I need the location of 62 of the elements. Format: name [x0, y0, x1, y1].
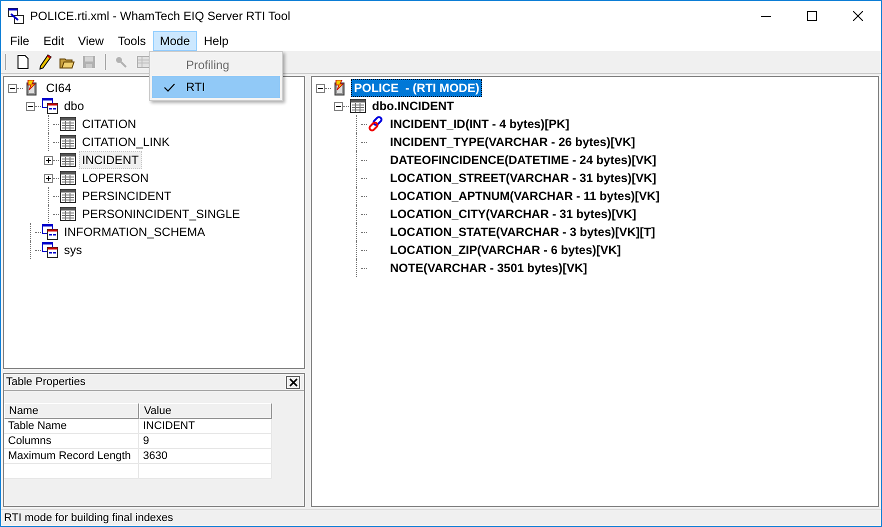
tree-item[interactable]: PERSONINCIDENT_SINGLE	[79, 205, 244, 223]
tree-item[interactable]: LOCATION_ZIP(VARCHAR - 6 bytes)[VK]	[387, 241, 624, 259]
table-icon	[60, 206, 76, 222]
table-cell: Table Name	[4, 419, 139, 433]
table-icon	[60, 170, 76, 186]
tree-item[interactable]: CITATION	[79, 115, 140, 133]
menu-item[interactable]: File	[3, 31, 36, 51]
table-icon	[60, 116, 76, 132]
table-icon	[350, 98, 366, 114]
window-title: POLICE.rti.xml - WhamTech EIQ Server RTI Tool	[30, 9, 290, 23]
tree-item[interactable]: LOCATION_STREET(VARCHAR - 31 bytes)[VK]	[387, 169, 660, 187]
tree-item[interactable]: INCIDENT_ID(INT - 4 bytes)[PK]	[387, 115, 572, 133]
menu-item[interactable]: Mode	[152, 31, 197, 51]
tree-item[interactable]: dbo	[61, 97, 88, 115]
menu-item[interactable]: View	[71, 31, 111, 51]
menu-item[interactable]: Tools	[110, 31, 153, 51]
expand-button[interactable]	[44, 174, 53, 182]
tree-item[interactable]: NOTE(VARCHAR - 3501 bytes)[VK]	[387, 259, 590, 277]
table-icon	[60, 152, 76, 168]
table-cell: 9	[139, 434, 272, 448]
close-icon	[853, 11, 863, 21]
table-cell: Maximum Record Length	[4, 449, 139, 463]
tree-item[interactable]: dbo.INCIDENT	[369, 97, 457, 115]
schema-icon	[42, 224, 58, 240]
tree-item[interactable]: INFORMATION_SCHEMA	[61, 223, 208, 241]
collapse-button[interactable]	[8, 84, 17, 92]
tree-item[interactable]: INCIDENT_TYPE(VARCHAR - 26 bytes)[VK]	[387, 133, 638, 151]
app-icon	[8, 8, 24, 24]
tree-item[interactable]: INCIDENT	[79, 151, 142, 169]
tree-item[interactable]: LOPERSON	[79, 169, 152, 187]
link-icon	[368, 116, 384, 132]
tree-item[interactable]: DATEOFINCIDENCE(DATETIME - 24 bytes)[VK]	[387, 151, 660, 169]
schema-icon	[42, 242, 58, 258]
table-cell: 3630	[139, 449, 272, 463]
collapse-button[interactable]	[26, 102, 35, 110]
table-cell: Columns	[4, 434, 139, 448]
column-header[interactable]: Name	[4, 403, 139, 419]
collapse-button[interactable]	[316, 84, 325, 92]
menu-item[interactable]: Edit	[36, 31, 72, 51]
tree-item[interactable]: POLICE - (RTI MODE)	[351, 79, 482, 97]
tree-item[interactable]: PERSINCIDENT	[79, 187, 174, 205]
expand-button[interactable]	[44, 156, 53, 164]
maximize-icon	[807, 11, 817, 21]
close-icon	[288, 378, 298, 386]
schema-icon	[42, 98, 58, 114]
checkmark-icon	[164, 82, 174, 92]
menu-item[interactable]: Help	[196, 31, 236, 51]
tree-item[interactable]: LOCATION_APTNUM(VARCHAR - 11 bytes)[VK]	[387, 187, 663, 205]
tree-item[interactable]: LOCATION_STATE(VARCHAR - 3 bytes)[VK][T]	[387, 223, 658, 241]
tree-item[interactable]: sys	[61, 241, 85, 259]
close-button[interactable]	[286, 376, 300, 388]
status-bar: RTI mode for building final indexes	[1, 509, 881, 526]
menu-option[interactable]: RTI	[152, 76, 280, 98]
table-icon	[60, 188, 76, 204]
panel-title: Table Properties	[6, 376, 86, 388]
tree-item[interactable]: CITATION_LINK	[79, 133, 173, 151]
collapse-button[interactable]	[334, 102, 343, 110]
tree-item[interactable]: CI64	[43, 79, 74, 97]
table-cell: INCIDENT	[139, 419, 272, 433]
column-header[interactable]: Value	[139, 403, 272, 419]
table-icon	[60, 134, 76, 150]
tree-item[interactable]: LOCATION_CITY(VARCHAR - 31 bytes)[VK]	[387, 205, 640, 223]
